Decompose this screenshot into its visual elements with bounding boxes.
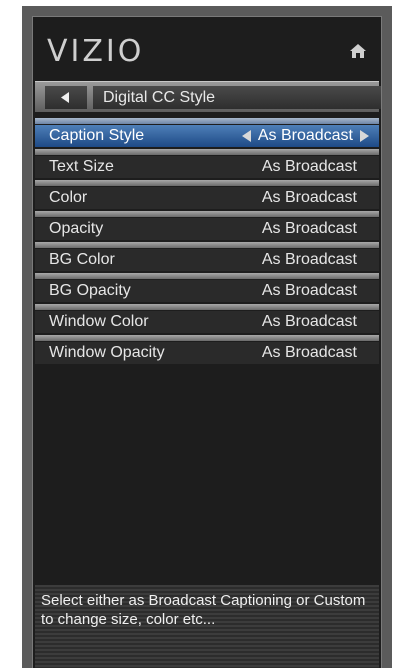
menu-item-label: BG Color [49,251,115,268]
tv-menu-frame: VIZIO Digital CC Style Caption Style As … [22,6,392,668]
menu-nav-bar: Digital CC Style [35,81,381,112]
menu-item-value: As Broadcast [261,158,357,175]
menu-item-value: As Broadcast [261,220,357,237]
menu-title: Digital CC Style [93,86,381,109]
tv-menu-panel: VIZIO Digital CC Style Caption Style As … [32,16,382,668]
menu-item-window-color[interactable]: Window Color As Broadcast [35,304,379,333]
menu-item-value: As Broadcast [261,344,357,361]
right-arrow-icon[interactable] [360,130,369,142]
left-arrow-icon[interactable] [242,130,251,142]
menu-item-text-size[interactable]: Text Size As Broadcast [35,149,379,178]
menu-item-window-opacity[interactable]: Window Opacity As Broadcast [35,335,379,364]
menu-item-label: Caption Style [49,127,145,144]
menu-item-bg-color[interactable]: BG Color As Broadcast [35,242,379,271]
vizio-logo: VIZIO [47,34,145,69]
menu-item-label: Opacity [49,220,104,237]
menu-item-opacity[interactable]: Opacity As Broadcast [35,211,379,240]
menu-item-label: Window Opacity [49,344,165,361]
back-arrow-icon [61,92,69,103]
menu-item-caption-style[interactable]: Caption Style As Broadcast [35,118,379,147]
help-text-box: Select either as Broadcast Captioning or… [35,585,379,668]
menu-item-value: As Broadcast [257,127,353,144]
cc-style-menu: Caption Style As Broadcast Text Size As … [35,118,379,373]
menu-item-bg-opacity[interactable]: BG Opacity As Broadcast [35,273,379,302]
menu-item-label: Window Color [49,313,149,330]
menu-item-label: Text Size [49,158,114,175]
menu-item-value: As Broadcast [261,251,357,268]
menu-item-value: As Broadcast [261,282,357,299]
menu-item-value: As Broadcast [261,313,357,330]
menu-item-label: Color [49,189,88,206]
menu-item-value: As Broadcast [261,189,357,206]
menu-item-color[interactable]: Color As Broadcast [35,180,379,209]
help-text: Select either as Broadcast Captioning or… [41,592,366,628]
back-button[interactable] [45,86,87,109]
home-icon[interactable] [349,43,367,59]
menu-item-label: BG Opacity [49,282,131,299]
